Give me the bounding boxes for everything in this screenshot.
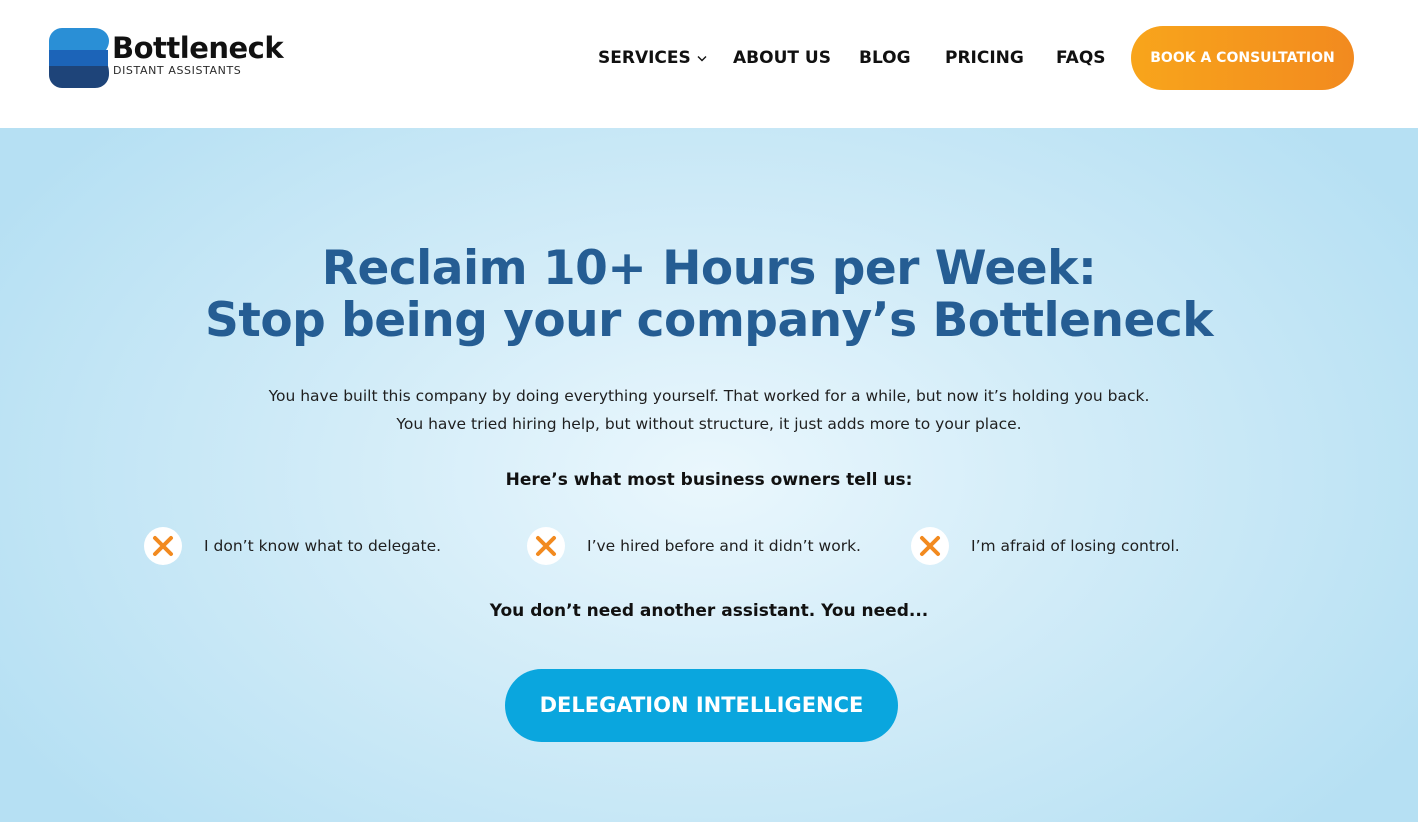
x-mark-icon: [911, 527, 949, 565]
nav-item-blog[interactable]: BLOG: [859, 45, 911, 71]
need-statement: You don’t need another assistant. You ne…: [489, 601, 929, 621]
nav-item-services[interactable]: SERVICES: [598, 45, 707, 71]
x-mark-icon: [527, 527, 565, 565]
pain-point-text: I don’t know what to delegate.: [204, 537, 442, 555]
nav-item-label: FAQS: [1056, 48, 1106, 68]
nav-item-label: BLOG: [859, 48, 911, 68]
hero-subtitle-line2: You have tried hiring help, but without …: [396, 415, 1022, 433]
pain-points-heading: Here’s what most business owners tell us…: [505, 470, 913, 490]
delegation-intelligence-button[interactable]: DELEGATION INTELLIGENCE: [505, 669, 898, 742]
nav-item-pricing[interactable]: PRICING: [945, 45, 1024, 71]
nav-item-faqs[interactable]: FAQS: [1056, 45, 1106, 71]
site-header: Bottleneck DISTANT ASSISTANTS SERVICES A…: [0, 0, 1418, 128]
chevron-down-icon: [697, 55, 707, 61]
main-nav: SERVICES ABOUT US BLOG PRICING FAQS BOOK…: [0, 0, 1418, 128]
hero-title-line1: Reclaim 10+ Hours per Week:: [321, 241, 1097, 296]
pain-point-text: I’m afraid of losing control.: [971, 537, 1180, 555]
hero-subtitle-line1: You have built this company by doing eve…: [268, 387, 1150, 405]
pain-point-text: I’ve hired before and it didn’t work.: [587, 537, 861, 555]
hero-title-line2: Stop being your company’s Bottleneck: [205, 293, 1213, 348]
nav-item-label: PRICING: [945, 48, 1024, 68]
hero-section: Reclaim 10+ Hours per Week: Stop being y…: [0, 128, 1418, 822]
x-mark-icon: [144, 527, 182, 565]
book-consultation-button[interactable]: BOOK A CONSULTATION: [1131, 26, 1354, 90]
nav-item-about-us[interactable]: ABOUT US: [733, 45, 831, 71]
nav-item-label: SERVICES: [598, 48, 691, 68]
nav-item-label: ABOUT US: [733, 48, 831, 68]
